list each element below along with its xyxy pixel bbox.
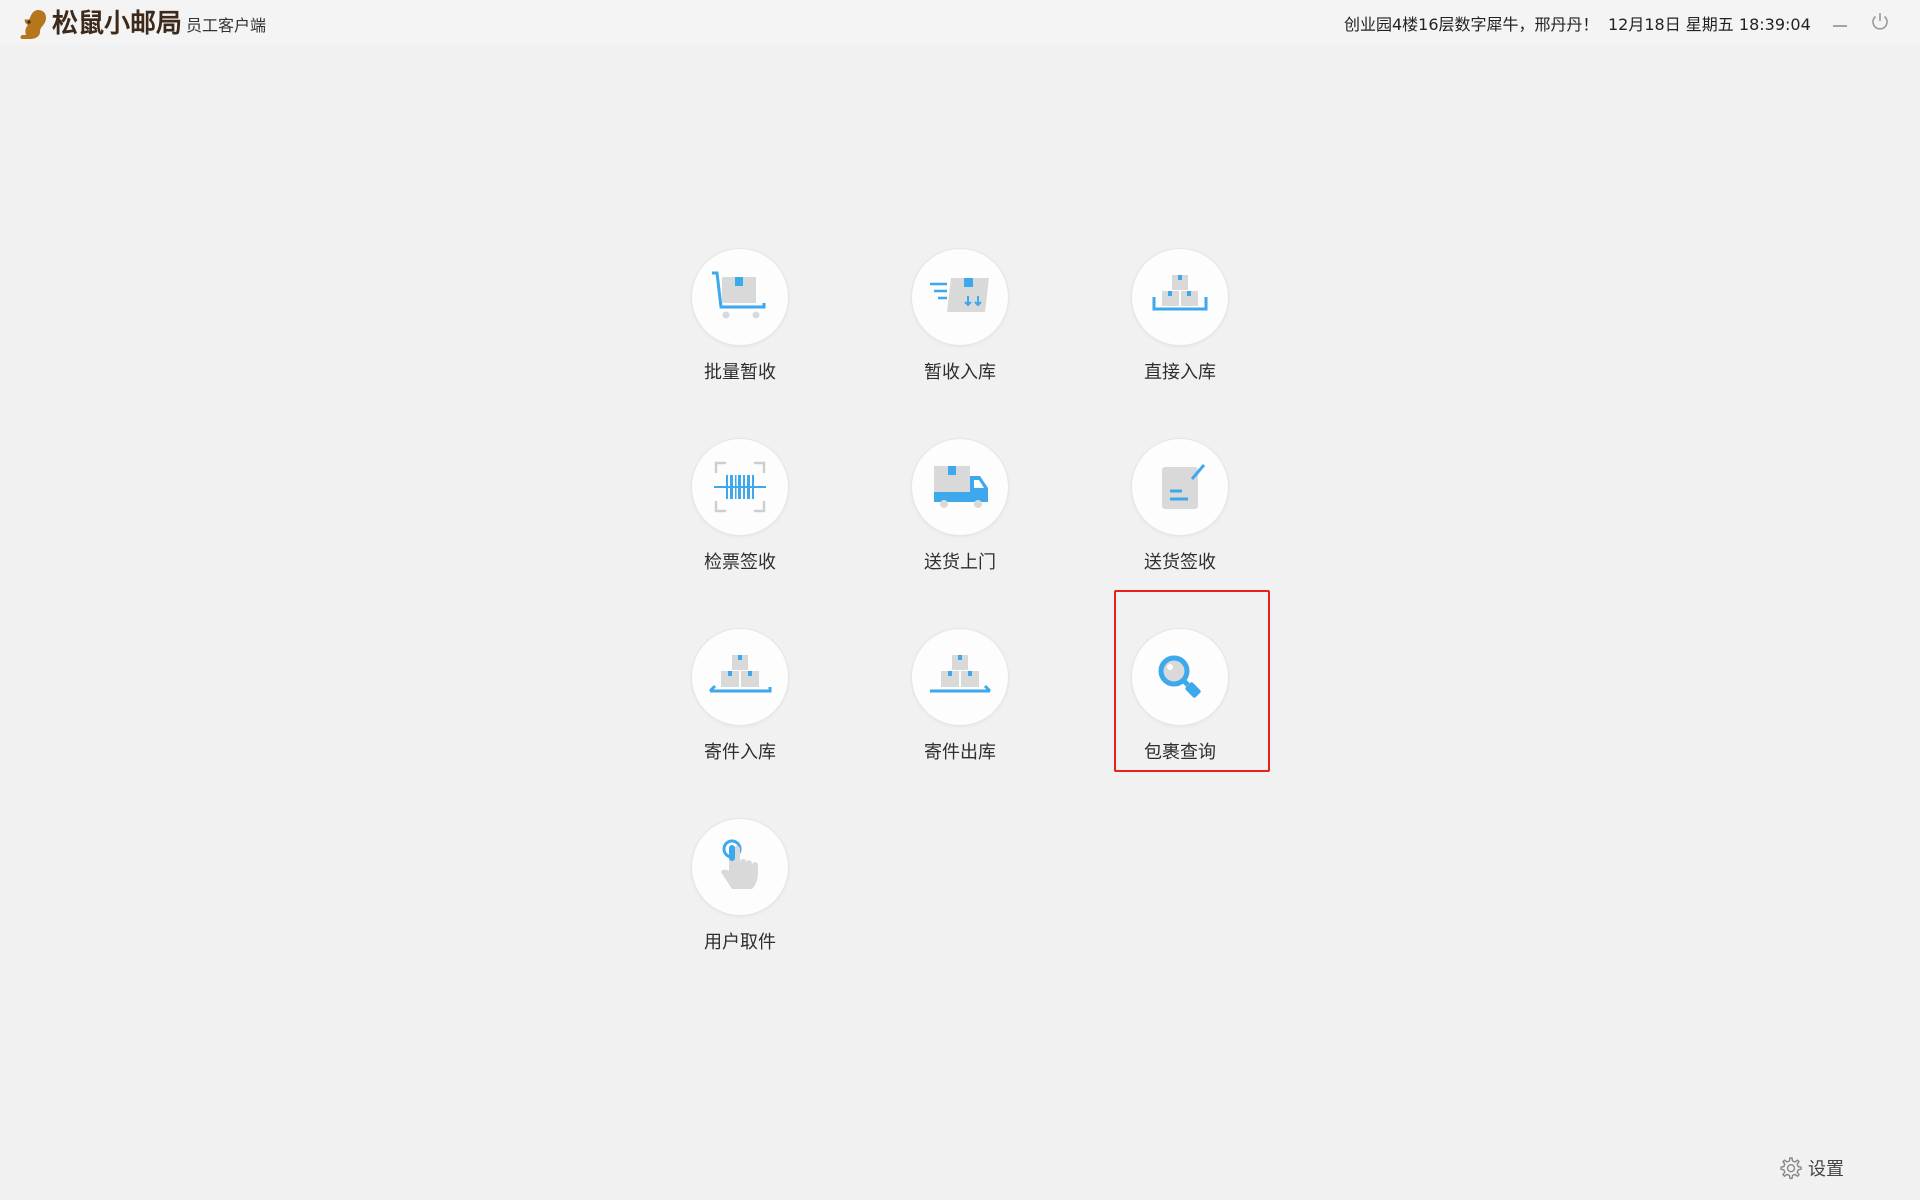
send-storage-out-icon bbox=[930, 655, 992, 693]
receive-storage-icon bbox=[930, 278, 989, 312]
title-bar: 松鼠小邮局 员工客户端 创业园4楼16层数字犀牛，邢丹丹！ 12月18日 星期五… bbox=[0, 0, 1920, 44]
tile-icon-circle bbox=[691, 438, 789, 536]
menu-tile-delivery-sign[interactable]: 送货签收 bbox=[1090, 430, 1270, 580]
tile-icon-circle bbox=[691, 818, 789, 916]
power-icon bbox=[1872, 13, 1888, 30]
power-button[interactable] bbox=[1866, 8, 1894, 36]
menu-tile-send-storage-out[interactable]: 寄件出库 bbox=[870, 620, 1050, 770]
tile-icon-circle bbox=[691, 248, 789, 346]
tile-icon-circle bbox=[911, 248, 1009, 346]
minimize-button[interactable] bbox=[1826, 8, 1854, 36]
menu-tile-direct-storage[interactable]: 直接入库 bbox=[1090, 240, 1270, 390]
menu-tile-user-pickup[interactable]: 用户取件 bbox=[650, 810, 830, 960]
tile-icon-circle bbox=[911, 628, 1009, 726]
minimize-icon bbox=[1833, 25, 1847, 27]
menu-tile-send-storage-in[interactable]: 寄件入库 bbox=[650, 620, 830, 770]
cart-package-icon bbox=[712, 271, 766, 319]
tile-icon-circle bbox=[691, 628, 789, 726]
app-logo: 松鼠小邮局 员工客户端 bbox=[18, 4, 266, 40]
tile-icon-circle bbox=[1131, 438, 1229, 536]
tile-label: 送货上门 bbox=[924, 552, 996, 573]
delivery-truck-icon bbox=[934, 466, 988, 508]
settings-button[interactable]: 设置 bbox=[1778, 1155, 1844, 1181]
tile-icon-circle bbox=[911, 438, 1009, 536]
barcode-scan-icon bbox=[714, 461, 766, 513]
send-storage-in-icon bbox=[708, 655, 772, 693]
gear-icon bbox=[1780, 1157, 1802, 1180]
tile-label: 直接入库 bbox=[1144, 362, 1216, 383]
location-greeting: 创业园4楼16层数字犀牛，邢丹丹！ bbox=[1344, 15, 1599, 34]
menu-tile-ticket-sign[interactable]: 检票签收 bbox=[650, 430, 830, 580]
tile-label: 检票签收 bbox=[704, 552, 776, 573]
settings-label: 设置 bbox=[1808, 1159, 1844, 1180]
menu-tile-temp-storage[interactable]: 暂收入库 bbox=[870, 240, 1050, 390]
tile-label: 寄件入库 bbox=[704, 742, 776, 763]
tile-icon-circle bbox=[1131, 248, 1229, 346]
datetime-display: 12月18日 星期五 18:39:04 bbox=[1608, 15, 1811, 34]
app-name: 松鼠小邮局 bbox=[52, 9, 183, 39]
tile-label: 用户取件 bbox=[704, 932, 776, 953]
direct-storage-icon bbox=[1152, 275, 1208, 311]
selection-highlight-box bbox=[1114, 590, 1270, 772]
tile-label: 送货签收 bbox=[1144, 552, 1216, 573]
menu-tile-home-delivery[interactable]: 送货上门 bbox=[870, 430, 1050, 580]
hand-tap-icon bbox=[721, 839, 758, 889]
squirrel-logo-icon bbox=[20, 10, 46, 39]
tile-label: 批量暂收 bbox=[704, 362, 776, 383]
tile-label: 暂收入库 bbox=[924, 362, 996, 383]
menu-tile-batch-receive[interactable]: 批量暂收 bbox=[650, 240, 830, 390]
app-subtitle: 员工客户端 bbox=[186, 16, 267, 35]
sign-document-icon bbox=[1162, 464, 1206, 509]
tile-label: 寄件出库 bbox=[924, 742, 996, 763]
